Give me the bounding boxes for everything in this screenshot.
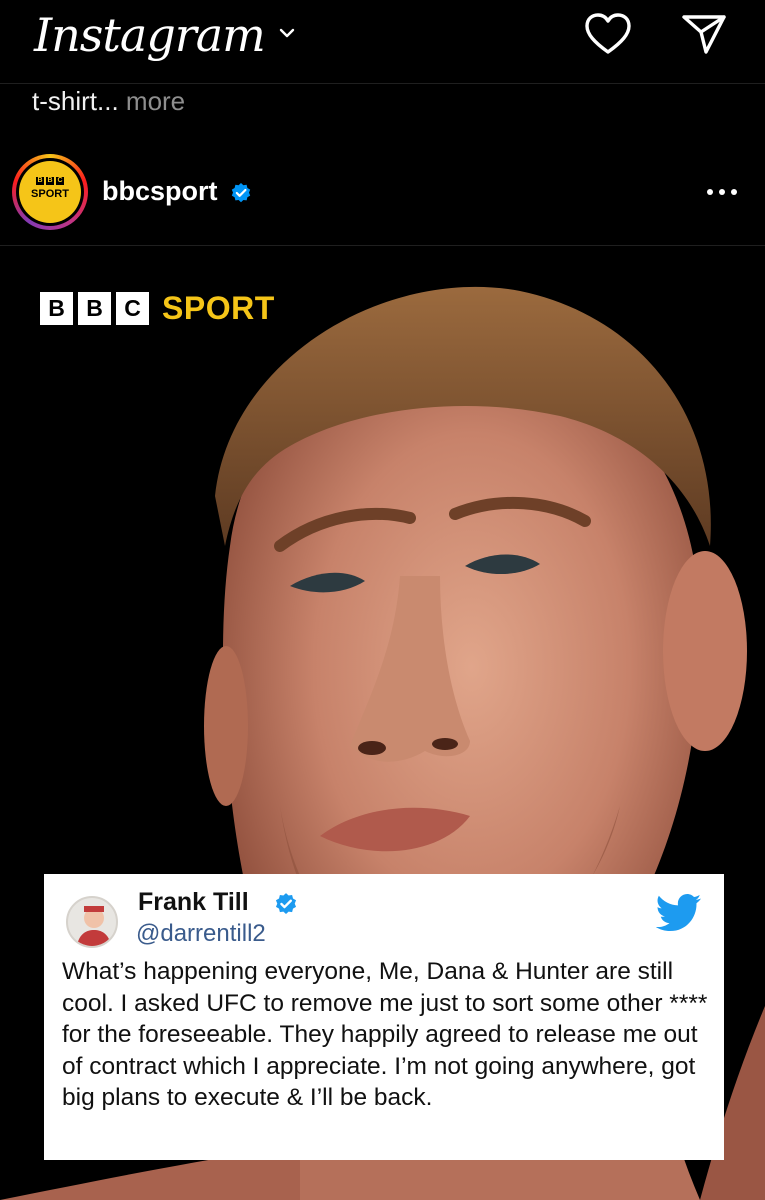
- send-icon[interactable]: [680, 12, 728, 56]
- tweet-body: What’s happening everyone, Me, Dana & Hu…: [62, 958, 708, 1111]
- tweet-avatar: [66, 896, 118, 948]
- more-horizontal-icon[interactable]: [702, 180, 742, 204]
- instagram-logo[interactable]: Instagram: [34, 2, 266, 68]
- story-ring[interactable]: B B C SPORT: [12, 154, 88, 230]
- tweet-avatar-graphic: [76, 906, 112, 946]
- tweet-card: Frank Till @darrentill2 What’s happening…: [44, 874, 724, 1160]
- avatar-label: SPORT: [31, 188, 69, 200]
- tweet-handle: @darrentill2: [136, 920, 266, 947]
- post-header: B B C SPORT bbcsport: [0, 140, 765, 246]
- caption-snippet: t-shirt...: [32, 86, 119, 116]
- avatar-bbc-blocks: B B C: [36, 177, 64, 185]
- top-bar: Instagram: [0, 0, 765, 84]
- verified-badge-icon: [231, 183, 251, 203]
- post-username[interactable]: bbcsport: [102, 176, 218, 207]
- caption-text: t-shirt... more: [32, 84, 185, 120]
- verified-badge-icon: [275, 893, 297, 915]
- chevron-down-icon[interactable]: [276, 22, 298, 44]
- twitter-bird-icon: [656, 894, 702, 932]
- bbc-sport-watermark: B B C SPORT: [40, 290, 275, 327]
- heart-icon[interactable]: [584, 12, 632, 56]
- caption-more-link[interactable]: more: [126, 86, 185, 116]
- avatar: B B C SPORT: [19, 161, 81, 223]
- tweet-display-name: Frank Till: [138, 888, 249, 916]
- post-image[interactable]: B B C SPORT Frank Till @darrentill2 What…: [0, 246, 765, 1200]
